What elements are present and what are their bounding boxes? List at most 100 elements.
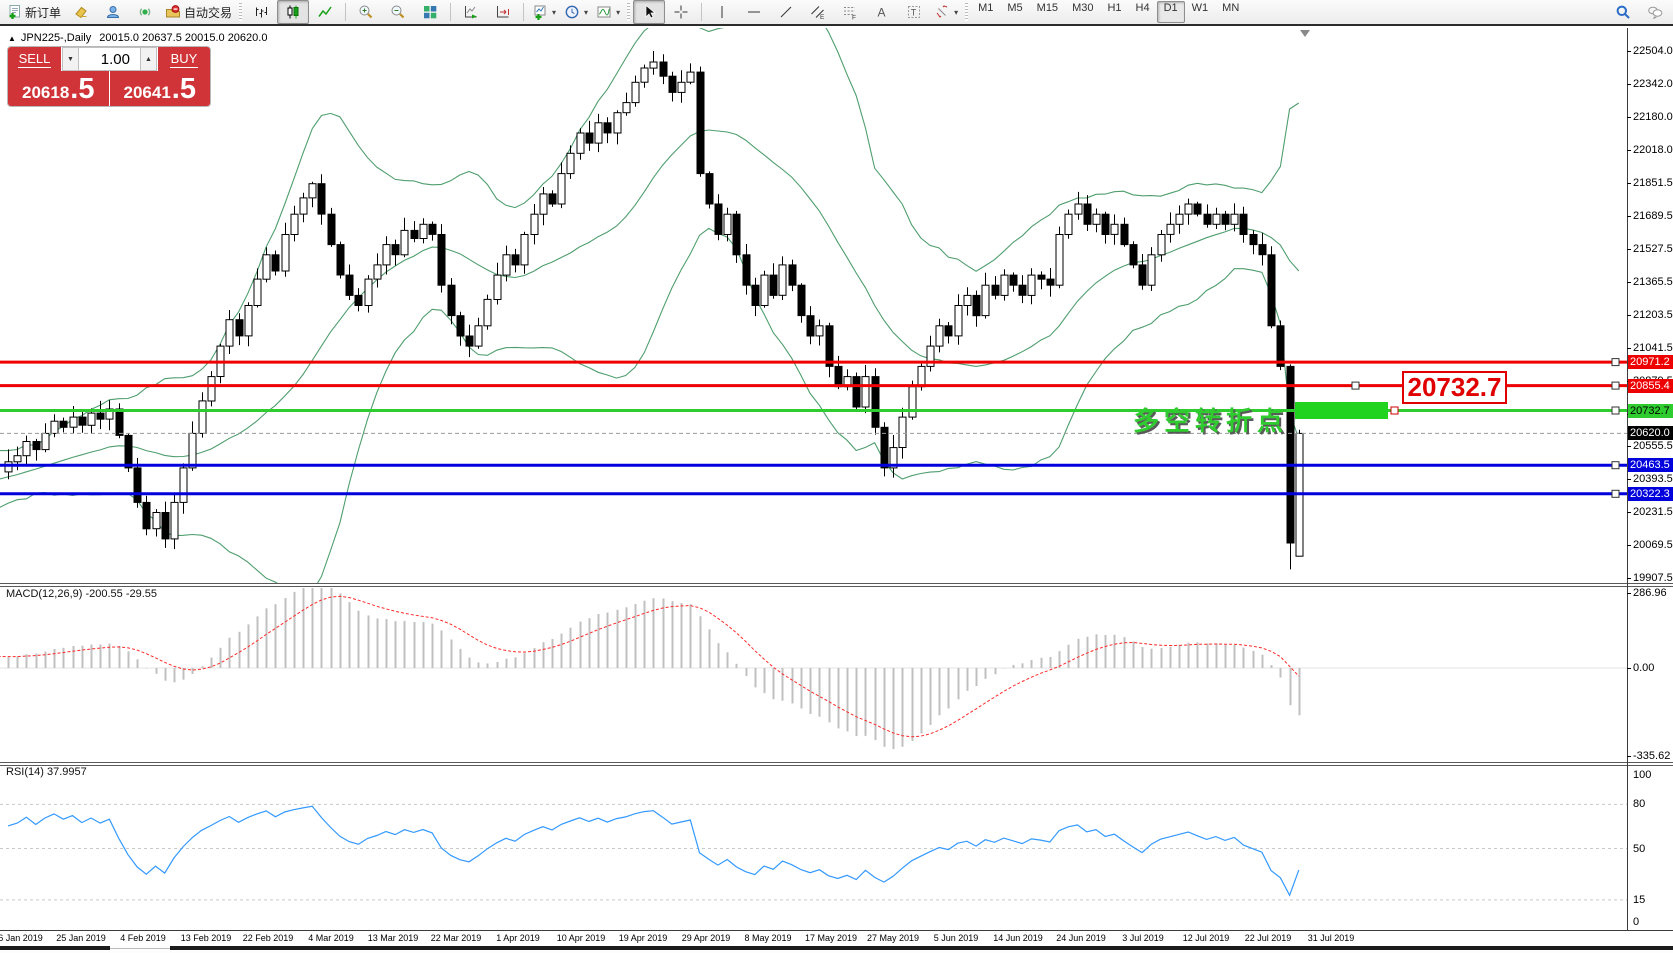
hline-20463.5[interactable] xyxy=(0,462,1627,469)
dropdown-caret-icon: ▾ xyxy=(584,8,588,17)
horizontal-scrollbar[interactable] xyxy=(0,945,1673,953)
cursor-button[interactable] xyxy=(633,0,665,24)
hline-20971.2[interactable] xyxy=(0,359,1627,366)
trendline-button[interactable] xyxy=(770,0,802,24)
toolbar-drag-handle[interactable] xyxy=(627,3,630,21)
signal-icon xyxy=(137,4,153,20)
annotation-text[interactable]: 多空转折点 xyxy=(1133,401,1288,438)
timeframe-button-m30[interactable]: M30 xyxy=(1065,1,1100,23)
macd-histogram xyxy=(9,588,1300,749)
toolbar-drag-handle[interactable] xyxy=(239,3,242,21)
zoom-in-button[interactable] xyxy=(350,0,382,24)
chart-shift-button[interactable] xyxy=(487,0,519,24)
auto-scroll-button[interactable] xyxy=(455,0,487,24)
toolbar: 新订单 自动交易 xyxy=(0,0,1673,26)
fibonacci-button[interactable]: F xyxy=(834,0,866,24)
candlestick-chart-button[interactable] xyxy=(277,0,309,24)
lot-size-field[interactable]: 1.00 xyxy=(79,47,140,71)
lot-decrease-button[interactable]: ▼ xyxy=(62,47,79,71)
price-axis-label: 22018.0 xyxy=(1633,144,1673,156)
callout-anchor[interactable] xyxy=(1391,407,1398,414)
pane-separator[interactable] xyxy=(0,583,1673,587)
chart-symbol-period: JPN225-,Daily xyxy=(21,32,91,44)
axis-tick xyxy=(1627,756,1631,757)
crosshair-button[interactable] xyxy=(665,0,697,24)
toolbar-drag-handle[interactable] xyxy=(965,3,968,21)
pane-separator[interactable] xyxy=(0,762,1673,766)
sell-button[interactable]: SELL xyxy=(8,47,62,71)
zoom-out-button[interactable] xyxy=(382,0,414,24)
macd-indicator-pane[interactable] xyxy=(0,586,1627,761)
horizontal-line-button[interactable] xyxy=(738,0,770,24)
timeframe-button-m15[interactable]: M15 xyxy=(1030,1,1065,23)
buy-price-button[interactable]: 20641.5 xyxy=(110,71,211,106)
price-callout-label[interactable]: 20732.7 xyxy=(1402,371,1507,404)
date-axis-label: 4 Mar 2019 xyxy=(308,933,354,943)
chart-title: ▲JPN225-,Daily20015.0 20637.5 20015.0 20… xyxy=(8,32,267,44)
hline-marker[interactable] xyxy=(1352,382,1359,389)
rsi-indicator-pane[interactable] xyxy=(0,765,1627,929)
vertical-line-button[interactable] xyxy=(706,0,738,24)
price-axis-label: 20393.5 xyxy=(1633,473,1673,485)
toolbar-separator xyxy=(523,3,524,21)
search-button[interactable] xyxy=(1607,0,1639,24)
timeframe-button-d1[interactable]: D1 xyxy=(1157,1,1185,23)
text-button[interactable]: A xyxy=(866,0,898,24)
buy-button[interactable]: BUY xyxy=(157,47,210,71)
scrollbar-segment[interactable] xyxy=(0,946,110,950)
fibonacci-icon: F xyxy=(842,4,858,20)
eraser-button[interactable] xyxy=(65,0,97,24)
hline-20855.4[interactable] xyxy=(0,382,1627,389)
collapse-arrow-icon[interactable]: ▲ xyxy=(8,34,16,43)
rsi-axis-label: 100 xyxy=(1633,769,1651,781)
indicators-button[interactable]: ▾ xyxy=(592,0,624,24)
text-label-button[interactable]: T xyxy=(898,0,930,24)
svg-text:E: E xyxy=(820,14,825,20)
chat-button[interactable] xyxy=(1639,0,1671,24)
highlight-box[interactable] xyxy=(1295,402,1388,419)
signal-button[interactable] xyxy=(129,0,161,24)
chart-shift-marker[interactable] xyxy=(1300,30,1310,37)
date-axis-label: 16 Jan 2019 xyxy=(0,933,43,943)
candles xyxy=(5,51,1303,569)
date-axis-label: 17 May 2019 xyxy=(805,933,857,943)
price-axis-label: 21527.5 xyxy=(1633,243,1673,255)
timeframe-button-h4[interactable]: H4 xyxy=(1129,1,1157,23)
macd-axis-label: 0.00 xyxy=(1633,662,1654,674)
date-axis-label: 29 Apr 2019 xyxy=(682,933,731,943)
axis-tick xyxy=(1627,249,1631,250)
tile-windows-button[interactable] xyxy=(414,0,446,24)
periods-button[interactable]: ▾ xyxy=(560,0,592,24)
arrows-button[interactable]: ▾ xyxy=(930,0,962,24)
timeframe-button-m1[interactable]: M1 xyxy=(971,1,1000,23)
macd-axis-label: -335.62 xyxy=(1633,750,1670,762)
rsi-axis-label: 50 xyxy=(1633,843,1645,855)
auto-trading-button[interactable]: 自动交易 xyxy=(161,0,236,24)
date-axis-label: 1 Apr 2019 xyxy=(496,933,540,943)
bar-chart-button[interactable] xyxy=(245,0,277,24)
buy-label: BUY xyxy=(170,51,199,68)
svg-text:A: A xyxy=(878,6,886,20)
line-chart-button[interactable] xyxy=(309,0,341,24)
lot-increase-button[interactable]: ▲ xyxy=(140,47,157,71)
sell-price-button[interactable]: 20618.5 xyxy=(8,71,110,106)
main-price-chart[interactable] xyxy=(0,28,1627,583)
timeframe-button-mn[interactable]: MN xyxy=(1215,1,1246,23)
timeframe-button-h1[interactable]: H1 xyxy=(1100,1,1128,23)
trendline-icon xyxy=(778,4,794,20)
profiles-button[interactable] xyxy=(97,0,129,24)
toolbar-separator xyxy=(450,3,451,21)
axis-tick xyxy=(1627,183,1631,184)
axis-tick xyxy=(1627,545,1631,546)
rsi-axis-label: 15 xyxy=(1633,894,1645,906)
date-axis-label: 25 Jan 2019 xyxy=(56,933,106,943)
price-axis-label: 20555.5 xyxy=(1633,440,1673,452)
equidistant-channel-button[interactable]: E xyxy=(802,0,834,24)
price-axis-label: 21041.5 xyxy=(1633,342,1673,354)
hline-20322.3[interactable] xyxy=(0,490,1627,497)
timeframe-button-m5[interactable]: M5 xyxy=(1000,1,1029,23)
new-chart-button[interactable]: ▾ xyxy=(528,0,560,24)
scrollbar-thumb[interactable] xyxy=(170,946,1673,950)
timeframe-button-w1[interactable]: W1 xyxy=(1185,1,1216,23)
new-order-button[interactable]: 新订单 xyxy=(2,0,65,24)
